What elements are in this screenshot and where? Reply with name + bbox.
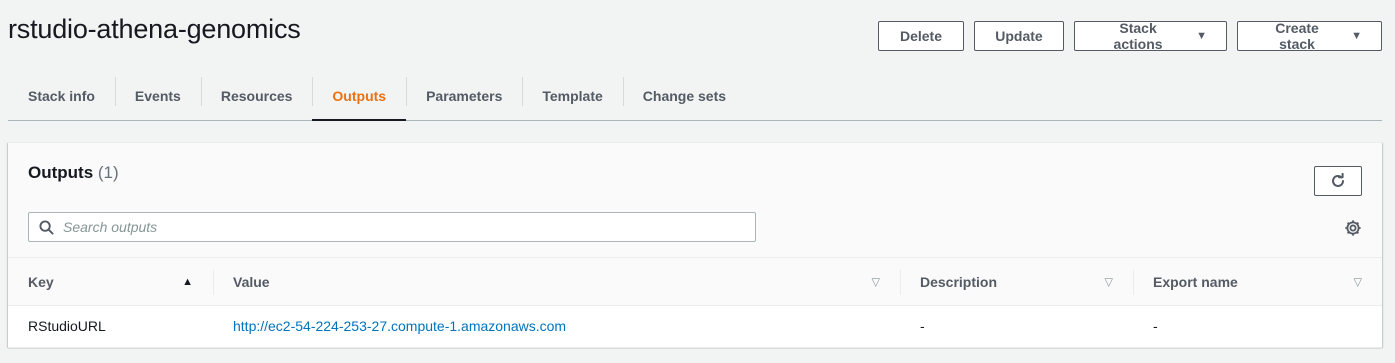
column-value-label: Value [233, 273, 270, 290]
create-stack-dropdown[interactable]: Create stack ▼ [1237, 20, 1382, 52]
row-value: http://ec2-54-224-253-27.compute-1.amazo… [213, 306, 900, 346]
search-icon [39, 219, 54, 235]
sort-ascending-icon: ▲ [182, 275, 193, 288]
search-input[interactable] [63, 219, 755, 235]
tab-template[interactable]: Template [522, 72, 622, 120]
tab-resources[interactable]: Resources [200, 72, 313, 120]
refresh-icon [1332, 173, 1344, 187]
column-header-key[interactable]: Key ▲ [8, 258, 213, 305]
column-header-description[interactable]: Description ▽ [900, 258, 1133, 305]
output-value-link[interactable]: http://ec2-54-224-253-27.compute-1.amazo… [233, 318, 566, 334]
create-stack-label: Create stack [1275, 20, 1319, 52]
search-box [28, 212, 756, 242]
table-row: RStudioURL http://ec2-54-224-253-27.comp… [8, 306, 1382, 348]
outputs-panel: Outputs (1) Key ▲ Value ▽ Des [8, 142, 1382, 348]
column-header-value[interactable]: Value ▽ [213, 258, 900, 305]
tab-stack-info[interactable]: Stack info [8, 72, 115, 120]
outputs-title: Outputs (1) [28, 163, 119, 183]
column-export-name-label: Export name [1153, 273, 1238, 290]
gear-icon[interactable] [1344, 219, 1362, 237]
page-title: rstudio-athena-genomics [8, 14, 301, 44]
delete-button-label: Delete [899, 28, 943, 44]
sort-indicator-icon: ▽ [1353, 276, 1362, 288]
update-button-label: Update [995, 28, 1043, 44]
caret-down-icon: ▼ [1196, 30, 1207, 42]
outputs-title-text: Outputs [28, 163, 94, 182]
row-export-name: - [1153, 318, 1158, 334]
tab-events[interactable]: Events [114, 72, 201, 120]
row-description: - [920, 318, 925, 334]
sort-indicator-icon: ▽ [1104, 276, 1113, 288]
delete-button[interactable]: Delete [878, 21, 964, 51]
column-key-label: Key [28, 273, 54, 290]
refresh-button[interactable] [1314, 166, 1362, 196]
column-header-export-name[interactable]: Export name ▽ [1133, 258, 1382, 305]
caret-down-icon: ▼ [1351, 30, 1362, 42]
outputs-count: (1) [97, 163, 119, 182]
outputs-table-header: Key ▲ Value ▽ Description ▽ Export name … [8, 257, 1382, 306]
tab-change-sets[interactable]: Change sets [622, 72, 746, 120]
stack-actions-dropdown[interactable]: Stack actions ▼ [1074, 20, 1227, 52]
stack-tabs: Stack info Events Resources Outputs Para… [8, 72, 1382, 121]
sort-indicator-icon: ▽ [871, 276, 880, 288]
update-button[interactable]: Update [974, 21, 1064, 51]
tab-parameters[interactable]: Parameters [406, 72, 522, 120]
tab-outputs[interactable]: Outputs [312, 72, 406, 121]
stack-actions-label: Stack actions [1113, 20, 1163, 52]
header-actions: Delete Update Stack actions ▼ Create sta… [878, 20, 1382, 52]
row-key: RStudioURL [28, 318, 106, 334]
column-description-label: Description [920, 273, 998, 290]
